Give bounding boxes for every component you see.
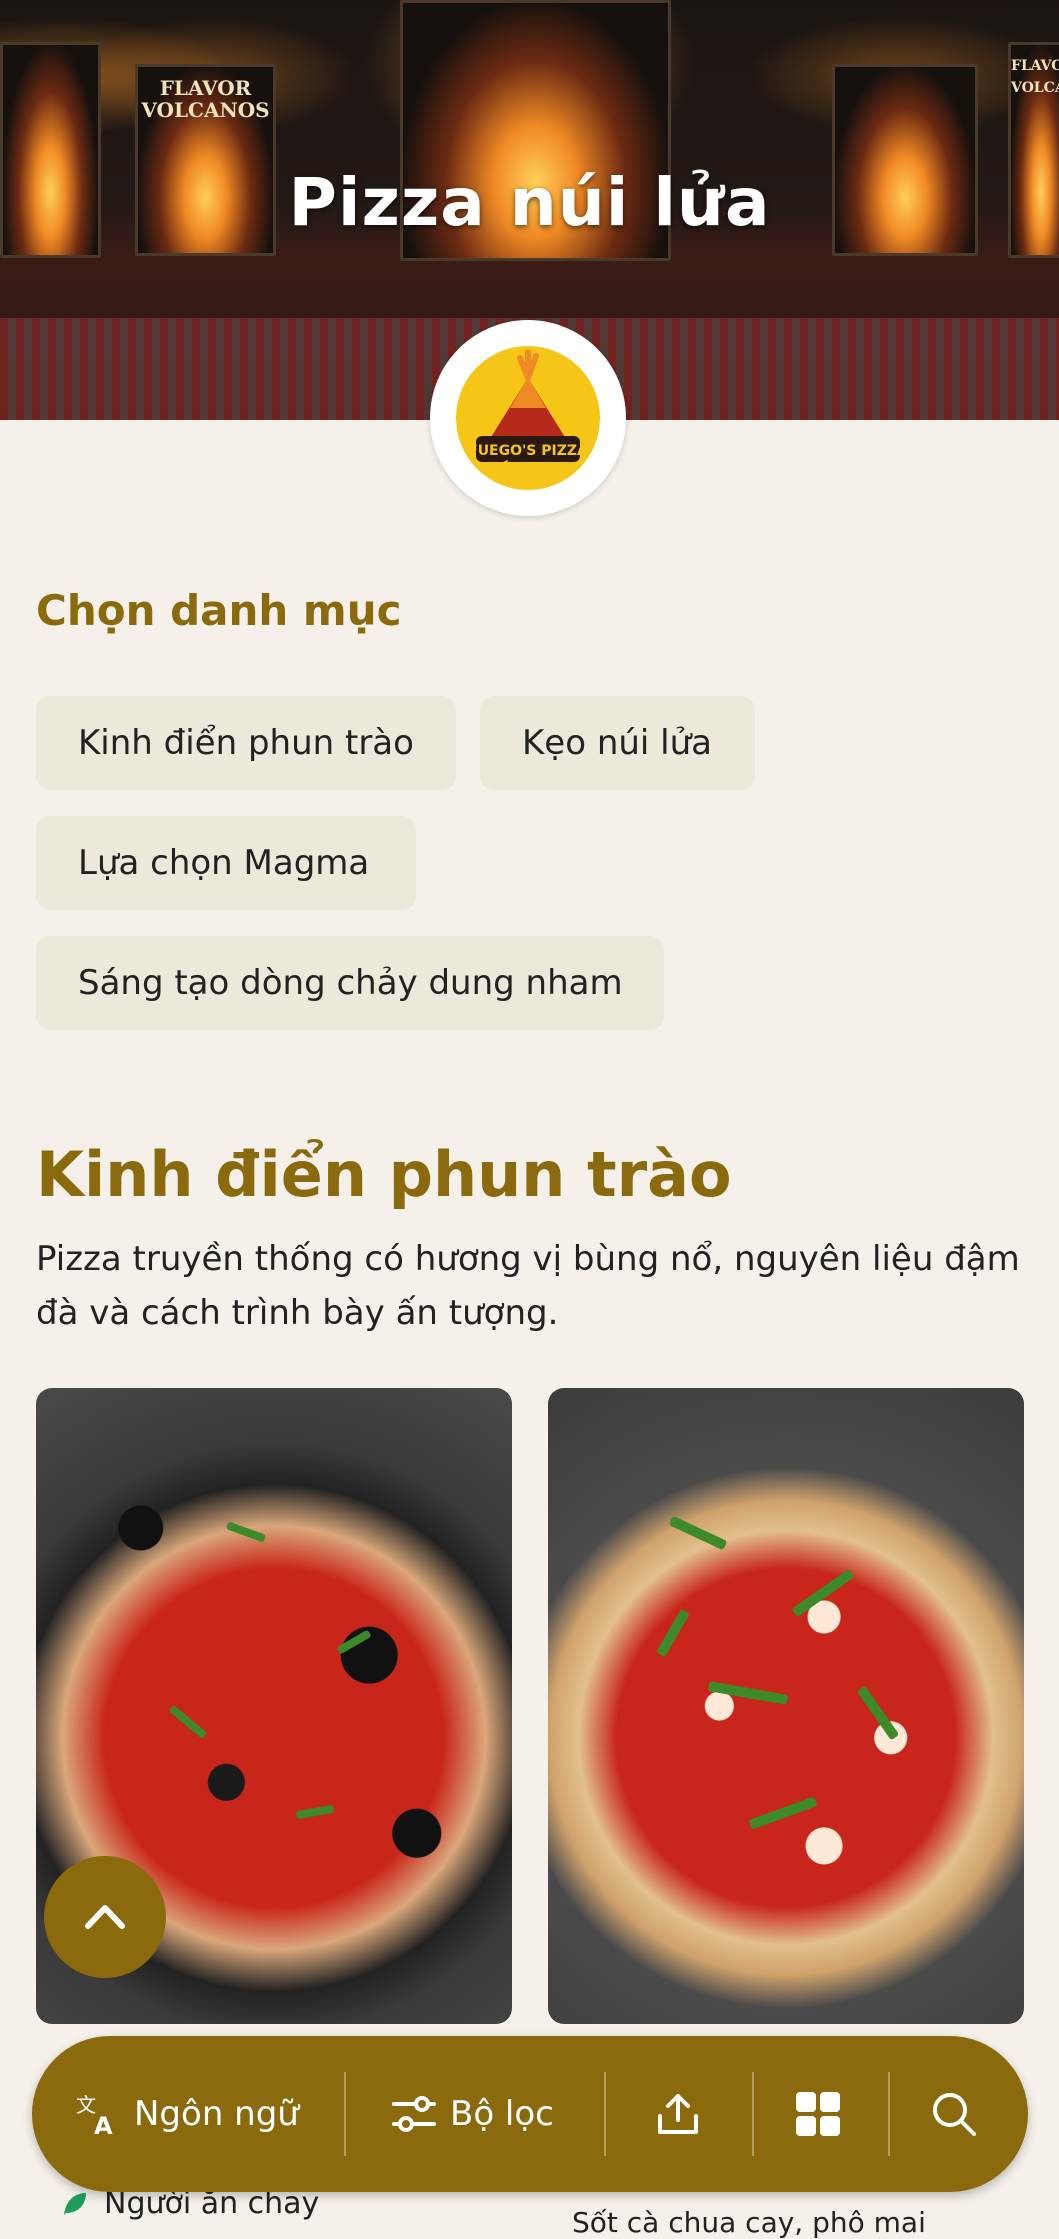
section-title: Kinh điển phun trào bbox=[36, 1138, 732, 1211]
svg-text:A: A bbox=[94, 2112, 113, 2138]
pizza-subtitle: Sốt cà chua cay, phô mai bbox=[572, 2206, 926, 2239]
section-description: Pizza truyền thống có hương vị bùng nổ, … bbox=[36, 1239, 1020, 1333]
share-button[interactable] bbox=[654, 2036, 714, 2192]
share-icon bbox=[658, 2094, 698, 2134]
filter-label: Bộ lọc bbox=[450, 2094, 554, 2134]
grid-view-button[interactable] bbox=[794, 2036, 854, 2192]
category-chip-magma-choice[interactable]: Lựa chọn Magma bbox=[36, 816, 416, 910]
filter-button[interactable]: Bộ lọc bbox=[390, 2036, 554, 2192]
category-chip-volcano-candy[interactable]: Kẹo núi lửa bbox=[480, 696, 755, 790]
bottom-toolbar: 文 A Ngôn ngữ Bộ lọc bbox=[32, 2036, 1028, 2192]
filter-icon bbox=[392, 2096, 436, 2132]
poster-text: FLAVOR VOLCANO bbox=[1011, 58, 1059, 96]
category-heading: Chọn danh mục bbox=[36, 586, 402, 635]
chevron-up-icon bbox=[85, 1905, 125, 1929]
search-icon bbox=[933, 2093, 976, 2136]
logo-text: FUEGO'S PIZZA bbox=[468, 443, 588, 459]
search-button[interactable] bbox=[930, 2036, 990, 2192]
category-chip-eruption-classics[interactable]: Kinh điển phun trào bbox=[36, 696, 456, 790]
pizza-card-image[interactable] bbox=[548, 1388, 1024, 2024]
language-label: Ngôn ngữ bbox=[134, 2094, 299, 2134]
translate-icon: 文 A bbox=[76, 2093, 113, 2138]
language-button[interactable]: 文 A Ngôn ngữ bbox=[74, 2036, 299, 2192]
grid-icon bbox=[796, 2092, 840, 2136]
poster-text: FLAVOR VOLCANOS bbox=[141, 76, 270, 122]
leaf-icon bbox=[60, 2189, 90, 2219]
category-chip-lava-flow[interactable]: Sáng tạo dòng chảy dung nham bbox=[36, 936, 664, 1030]
restaurant-logo: FUEGO'S PIZZA bbox=[430, 320, 626, 516]
page-title: Pizza núi lửa bbox=[288, 164, 771, 241]
svg-text:文: 文 bbox=[76, 2093, 96, 2117]
scroll-to-top-button[interactable] bbox=[44, 1856, 166, 1978]
